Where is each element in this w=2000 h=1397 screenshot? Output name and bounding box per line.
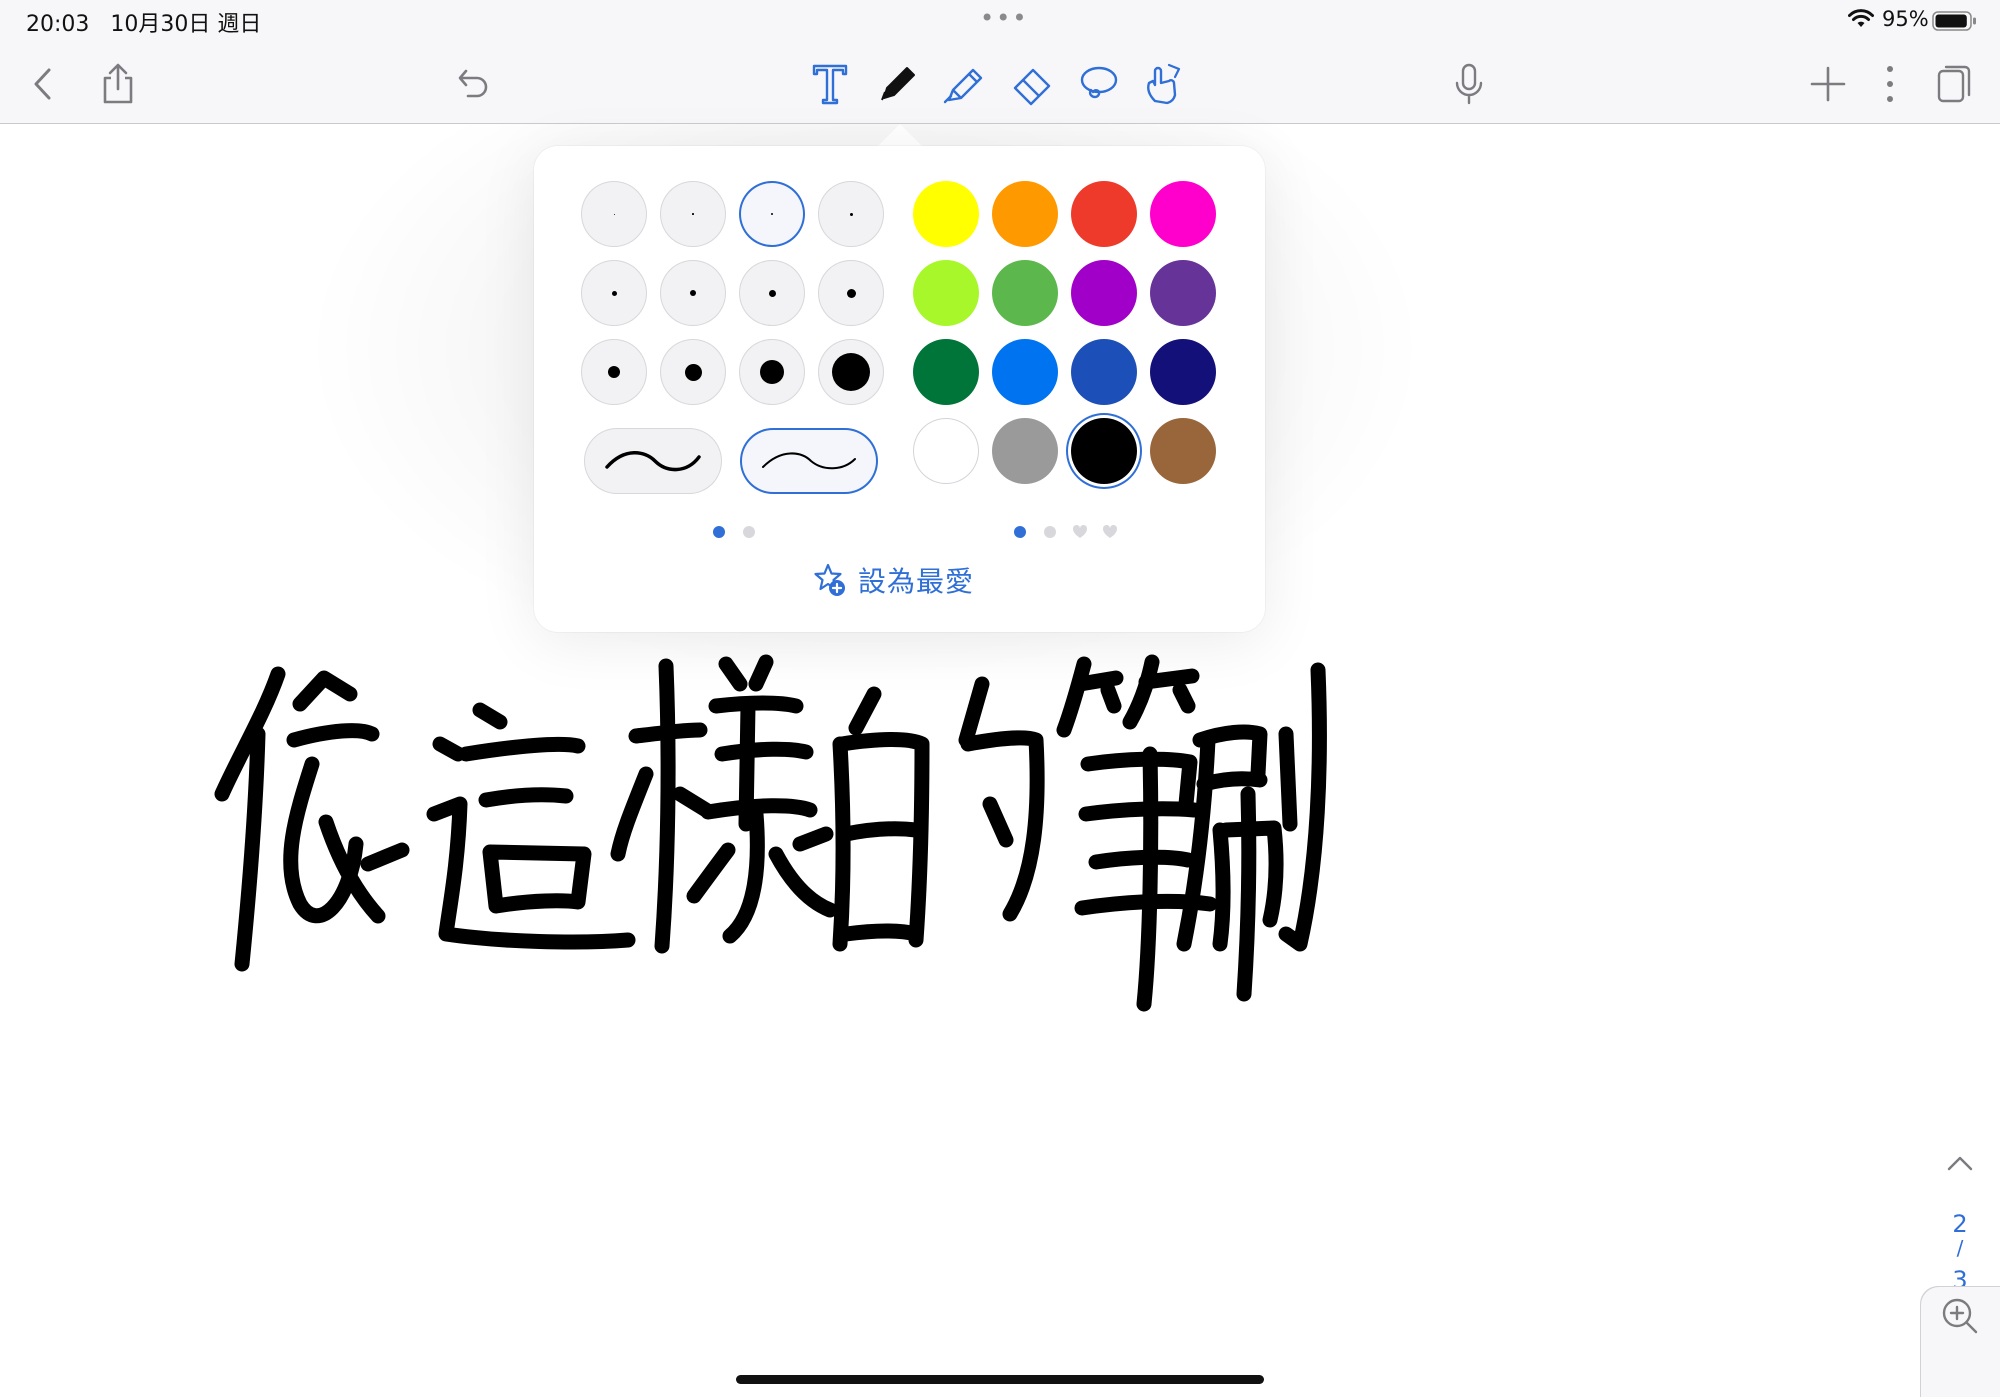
pen-size-dot: [849, 212, 853, 216]
stroke-wave-pressure-icon: [605, 451, 701, 472]
favorites-page-heart-icon[interactable]: [1072, 524, 1088, 540]
home-indicator[interactable]: [736, 1375, 1264, 1384]
pen-size-dot: [611, 290, 617, 296]
set-favorite-button[interactable]: 設為最愛: [812, 560, 974, 600]
pen-size-dot: [608, 366, 620, 378]
plus-icon: [1810, 66, 1846, 102]
back-button[interactable]: [20, 60, 68, 108]
undo-icon: [458, 69, 488, 98]
pen-size-dot: [768, 289, 776, 297]
chevron-up-icon[interactable]: [1946, 1154, 1974, 1172]
color-swatch[interactable]: [992, 181, 1058, 247]
handwriting-strokes: [214, 654, 1327, 1012]
pen-size-dot: [846, 288, 856, 298]
battery-icon: [1932, 11, 1976, 31]
pen-size-option[interactable]: [581, 339, 647, 405]
pen-size-dot: [760, 360, 784, 384]
text-tool-button[interactable]: [806, 60, 854, 108]
color-page-dot-active[interactable]: [1014, 526, 1026, 538]
color-swatch[interactable]: [1071, 418, 1137, 484]
current-page-number: 2: [1952, 1210, 1968, 1238]
hand-pointer-tool-icon: [1147, 63, 1181, 105]
multitasking-dots-icon[interactable]: •••: [980, 4, 1028, 32]
pen-size-dot: [832, 353, 870, 391]
undo-button[interactable]: [450, 60, 498, 108]
microphone-button[interactable]: [1445, 60, 1493, 108]
eraser-tool-button[interactable]: [1008, 60, 1056, 108]
color-page-dot[interactable]: [1044, 526, 1056, 538]
pen-size-option[interactable]: [739, 339, 805, 405]
stroke-style-pressure[interactable]: [584, 428, 722, 494]
share-button[interactable]: [94, 60, 142, 108]
wifi-icon: [1848, 9, 1874, 27]
lasso-tool-button[interactable]: [1074, 60, 1122, 108]
color-swatch[interactable]: [913, 260, 979, 326]
star-add-icon: [814, 563, 845, 596]
eraser-tool-icon: [1013, 68, 1051, 106]
battery-percent: 95%: [1882, 7, 1929, 31]
more-button[interactable]: [1866, 60, 1914, 108]
microphone-icon: [1455, 63, 1483, 105]
color-swatch[interactable]: [1071, 339, 1137, 405]
toolbar: [0, 42, 2000, 124]
pen-size-option[interactable]: [660, 339, 726, 405]
hand-tool-button[interactable]: [1140, 60, 1188, 108]
pen-size-dot: [613, 213, 615, 215]
color-swatch[interactable]: [1150, 339, 1216, 405]
zoom-in-icon[interactable]: [1940, 1296, 1980, 1336]
color-swatch[interactable]: [1150, 418, 1216, 484]
pen-size-option[interactable]: [739, 181, 805, 247]
pen-size-dot: [770, 212, 774, 216]
status-date: 10月30日 週日: [110, 12, 262, 37]
color-swatch[interactable]: [1150, 260, 1216, 326]
pen-size-option[interactable]: [739, 260, 805, 326]
size-page-dot-active[interactable]: [713, 526, 725, 538]
color-swatch[interactable]: [992, 260, 1058, 326]
pen-size-option[interactable]: [818, 339, 884, 405]
color-swatch[interactable]: [913, 418, 979, 484]
zoom-panel: [1920, 1286, 2000, 1397]
pen-size-option[interactable]: [581, 181, 647, 247]
stroke-wave-fine-icon: [762, 452, 856, 470]
pen-size-option[interactable]: [818, 260, 884, 326]
stroke-style-fine[interactable]: [740, 428, 878, 494]
pen-size-dot: [684, 363, 702, 381]
status-bar: 20:03 10月30日 週日 ••• 95%: [0, 0, 2000, 42]
size-page-dot[interactable]: [743, 526, 755, 538]
pages-button[interactable]: [1930, 60, 1978, 108]
set-favorite-label: 設為最愛: [858, 565, 975, 598]
page-separator: /: [1956, 1236, 1964, 1260]
pen-tool-icon: [881, 67, 915, 101]
pen-tool-button[interactable]: [874, 60, 922, 108]
lasso-tool-icon: [1080, 66, 1118, 99]
more-vertical-icon: [1887, 66, 1893, 102]
status-clock: 20:03: [26, 12, 90, 37]
color-swatch[interactable]: [992, 418, 1058, 484]
favorites-page-heart-icon[interactable]: [1102, 524, 1118, 540]
color-swatch[interactable]: [992, 339, 1058, 405]
share-icon: [103, 63, 133, 104]
pages-icon: [1937, 65, 1971, 103]
highlighter-tool-button[interactable]: [940, 60, 988, 108]
pen-size-option[interactable]: [660, 260, 726, 326]
color-swatch[interactable]: [1071, 260, 1137, 326]
pen-size-option[interactable]: [660, 181, 726, 247]
text-tool-icon: [812, 64, 848, 105]
status-time: 20:03 10月30日 週日: [26, 6, 261, 38]
highlighter-tool-icon: [943, 68, 983, 104]
color-swatch[interactable]: [1150, 181, 1216, 247]
pen-size-option[interactable]: [581, 260, 647, 326]
add-button[interactable]: [1804, 60, 1852, 108]
chevron-left-icon: [34, 68, 51, 100]
pen-size-option[interactable]: [818, 181, 884, 247]
pen-size-dot: [690, 290, 696, 296]
pen-size-dot: [692, 213, 694, 215]
popover-arrow: [878, 124, 922, 146]
color-swatch[interactable]: [1071, 181, 1137, 247]
color-swatch[interactable]: [913, 339, 979, 405]
color-swatch[interactable]: [913, 181, 979, 247]
